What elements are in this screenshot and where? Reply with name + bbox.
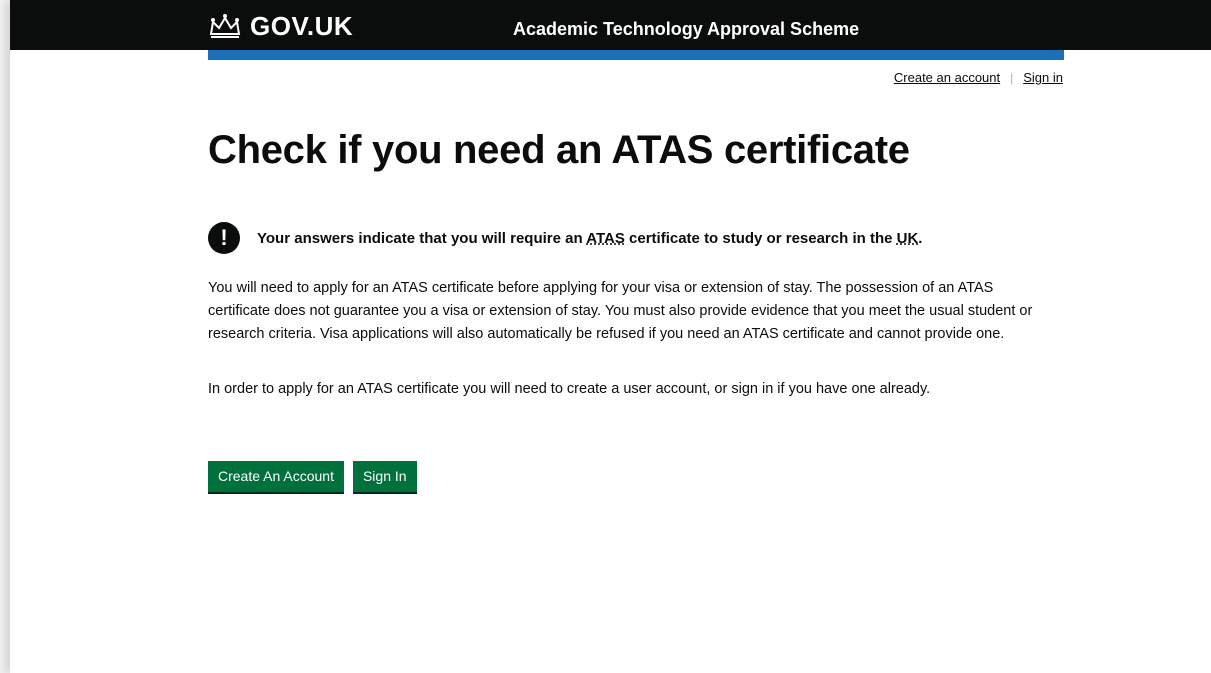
warning-text-part: certificate to study or research in the (624, 229, 897, 247)
service-name-link[interactable]: Academic Technology Approval Scheme (513, 19, 859, 40)
header-blue-bar (208, 50, 1064, 60)
info-paragraph-account: In order to apply for an ATAS certificat… (208, 381, 931, 397)
button-group: Create An Account Sign In (208, 461, 426, 492)
sign-in-link[interactable]: Sign in (1023, 70, 1063, 85)
crown-icon (208, 12, 242, 40)
govuk-logo-link[interactable]: GOV.UK (208, 10, 354, 41)
sign-in-button[interactable]: Sign In (352, 461, 417, 492)
page-title: Check if you need an ATAS certificate (208, 128, 910, 172)
warning-text-part: Your answers indicate that you will requ… (257, 229, 587, 247)
create-account-button[interactable]: Create An Account (208, 461, 344, 492)
link-separator: | (1010, 70, 1014, 85)
atas-abbreviation: ATAS (586, 229, 625, 247)
warning-text-part: . (918, 229, 923, 247)
account-links: Create an account | Sign in (894, 70, 1063, 85)
page: GOV.UK Academic Technology Approval Sche… (10, 0, 1211, 673)
warning-text-block: ! Your answers indicate that you will re… (208, 222, 922, 254)
create-account-link[interactable]: Create an account (894, 70, 1000, 85)
warning-icon: ! (208, 222, 240, 254)
warning-message: Your answers indicate that you will requ… (257, 230, 922, 247)
logo-text: GOV.UK (250, 10, 354, 41)
header: GOV.UK Academic Technology Approval Sche… (10, 0, 1211, 50)
uk-abbreviation: UK (896, 229, 919, 247)
info-paragraph-visa: You will need to apply for an ATAS certi… (208, 280, 1033, 342)
header-container: GOV.UK Academic Technology Approval Sche… (208, 0, 1064, 50)
